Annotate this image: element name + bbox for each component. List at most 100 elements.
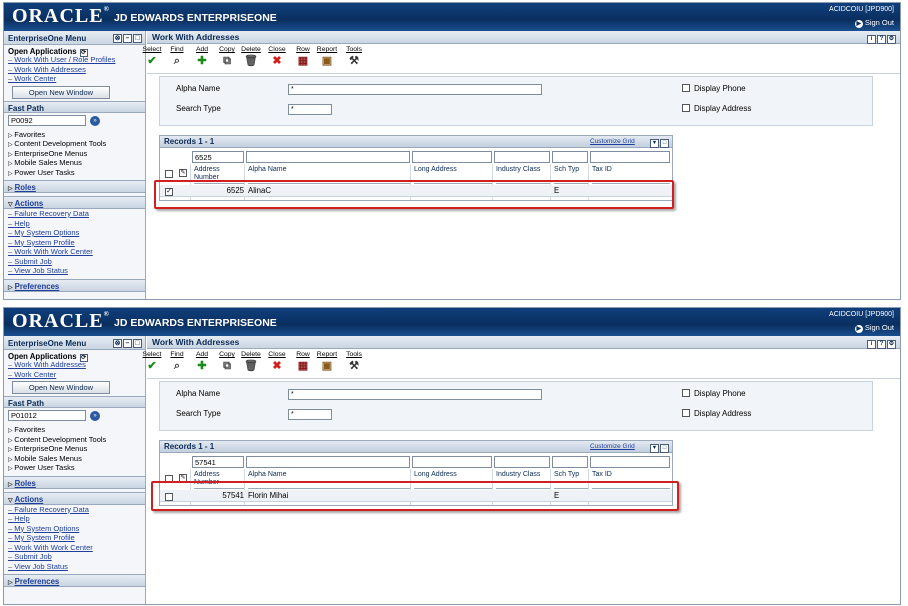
- qbe-filter-input[interactable]: 57541: [192, 456, 244, 468]
- alpha-name-input[interactable]: *: [288, 84, 542, 95]
- action-link[interactable]: Help: [4, 219, 145, 229]
- help-icon[interactable]: ?: [877, 35, 886, 44]
- info-icon[interactable]: i: [867, 340, 876, 349]
- pin-icon[interactable]: ⊗: [113, 34, 122, 43]
- open-app-link[interactable]: Work Center: [4, 74, 145, 84]
- action-link[interactable]: Failure Recovery Data: [4, 209, 145, 219]
- action-link[interactable]: Submit Job: [4, 552, 145, 562]
- menu-tree-item[interactable]: Favorites: [4, 130, 145, 140]
- find-button[interactable]: Find ⌕: [165, 45, 189, 68]
- qbe-filter-input[interactable]: [412, 456, 492, 468]
- qbe-filter-input[interactable]: [552, 151, 588, 163]
- search-type-input[interactable]: *: [288, 409, 332, 420]
- menu-tree-item[interactable]: Content Development Tools: [4, 435, 145, 445]
- qbe-filter-input[interactable]: [246, 456, 410, 468]
- open-app-link[interactable]: Work With Addresses: [4, 65, 145, 75]
- display-phone-checkbox[interactable]: Display Phone: [682, 389, 746, 398]
- grid-menu-icon[interactable]: ▼: [650, 139, 659, 148]
- find-button[interactable]: Find ⌕: [165, 350, 189, 373]
- action-link[interactable]: View Job Status: [4, 562, 145, 572]
- tools-button[interactable]: Tools ⚒: [342, 45, 366, 68]
- action-link[interactable]: Failure Recovery Data: [4, 505, 145, 515]
- open-app-link[interactable]: Work With Addresses: [4, 360, 145, 370]
- customize-grid-link[interactable]: Customize Grid: [590, 443, 635, 450]
- open-app-link[interactable]: Work Center: [4, 370, 145, 380]
- grid-export-icon[interactable]: □: [660, 139, 669, 148]
- row-button[interactable]: Row ▦: [291, 45, 315, 68]
- customize-grid-link[interactable]: Customize Grid: [590, 138, 635, 145]
- actions-section[interactable]: ▽ Actions: [4, 196, 145, 209]
- preferences-section[interactable]: ▷ Preferences: [4, 278, 145, 292]
- go-icon[interactable]: »: [90, 411, 100, 421]
- alpha-name-input[interactable]: *: [288, 389, 542, 400]
- preferences-section[interactable]: ▷ Preferences: [4, 574, 145, 587]
- menu-tree-item[interactable]: Content Development Tools: [4, 139, 145, 149]
- go-icon[interactable]: »: [90, 115, 100, 126]
- menu-tree-item[interactable]: Mobile Sales Menus: [4, 454, 145, 464]
- close-menu-icon[interactable]: □: [133, 339, 142, 348]
- fast-path-input[interactable]: [8, 410, 86, 421]
- close-button[interactable]: Close ✖: [265, 45, 289, 68]
- copy-button[interactable]: Copy ⧉: [215, 350, 239, 373]
- add-button[interactable]: Add ✚: [190, 350, 214, 373]
- open-app-link[interactable]: Work With User / Role Profiles: [4, 55, 145, 65]
- roles-section[interactable]: ▷ Roles: [4, 180, 145, 193]
- sign-out-link[interactable]: ▶ Sign Out: [854, 323, 894, 333]
- search-type-input[interactable]: *: [288, 104, 332, 115]
- qbe-filter-input[interactable]: [590, 151, 670, 163]
- actions-section[interactable]: ▽ Actions: [4, 491, 145, 505]
- action-link[interactable]: Work With Work Center: [4, 543, 145, 553]
- info-icon[interactable]: i: [867, 35, 876, 44]
- display-address-checkbox[interactable]: Display Address: [682, 104, 751, 113]
- delete-button[interactable]: Delete 🗑: [239, 45, 263, 68]
- pin-icon[interactable]: ⊗: [113, 339, 122, 348]
- row-exit-icon[interactable]: ✎: [179, 169, 187, 177]
- close-button[interactable]: Close ✖: [265, 350, 289, 373]
- select-button[interactable]: Select ✔: [140, 350, 164, 373]
- select-button[interactable]: Select ✔: [140, 45, 164, 68]
- grid-menu-icon[interactable]: ▼: [650, 444, 659, 453]
- action-link[interactable]: My System Options: [4, 228, 145, 238]
- qbe-filter-input[interactable]: [494, 456, 550, 468]
- fast-path-input[interactable]: [8, 114, 86, 126]
- menu-tree-item[interactable]: Power User Tasks: [4, 463, 145, 473]
- action-link[interactable]: View Job Status: [4, 266, 145, 276]
- report-button[interactable]: Report ▣: [315, 45, 339, 68]
- open-new-window-button[interactable]: Open New Window: [12, 85, 110, 99]
- action-link[interactable]: Help: [4, 514, 145, 524]
- select-all-checkbox[interactable]: [165, 170, 173, 178]
- qbe-filter-input[interactable]: [246, 151, 410, 163]
- help-icon[interactable]: ?: [877, 340, 886, 349]
- action-link[interactable]: My System Profile: [4, 238, 145, 248]
- menu-tree-item[interactable]: EnterpriseOne Menus: [4, 149, 145, 159]
- minimize-icon[interactable]: –: [123, 339, 132, 348]
- personalize-icon[interactable]: ⚙: [887, 340, 896, 349]
- menu-tree-item[interactable]: Power User Tasks: [4, 168, 145, 178]
- roles-section[interactable]: ▷ Roles: [4, 475, 145, 489]
- sign-out-link[interactable]: ▶ Sign Out: [854, 18, 894, 28]
- action-link[interactable]: My System Options: [4, 524, 145, 534]
- report-button[interactable]: Report ▣: [315, 350, 339, 373]
- delete-button[interactable]: Delete 🗑: [239, 350, 263, 373]
- open-new-window-button[interactable]: Open New Window: [12, 381, 110, 394]
- action-link[interactable]: My System Profile: [4, 533, 145, 543]
- qbe-filter-input[interactable]: [552, 456, 588, 468]
- qbe-filter-input[interactable]: 6525: [192, 151, 244, 163]
- copy-button[interactable]: Copy ⧉: [215, 45, 239, 68]
- grid-export-icon[interactable]: □: [660, 444, 669, 453]
- qbe-filter-input[interactable]: [494, 151, 550, 163]
- add-button[interactable]: Add ✚: [190, 45, 214, 68]
- action-link[interactable]: Submit Job: [4, 257, 145, 267]
- personalize-icon[interactable]: ⚙: [887, 35, 896, 44]
- menu-tree-item[interactable]: Mobile Sales Menus: [4, 158, 145, 168]
- qbe-filter-input[interactable]: [590, 456, 670, 468]
- action-link[interactable]: Work With Work Center: [4, 247, 145, 257]
- menu-tree-item[interactable]: Favorites: [4, 425, 145, 435]
- qbe-filter-input[interactable]: [412, 151, 492, 163]
- row-button[interactable]: Row ▦: [291, 350, 315, 373]
- close-menu-icon[interactable]: □: [133, 34, 142, 43]
- tools-button[interactable]: Tools ⚒: [342, 350, 366, 373]
- display-address-checkbox[interactable]: Display Address: [682, 409, 751, 418]
- minimize-icon[interactable]: –: [123, 34, 132, 43]
- display-phone-checkbox[interactable]: Display Phone: [682, 84, 746, 93]
